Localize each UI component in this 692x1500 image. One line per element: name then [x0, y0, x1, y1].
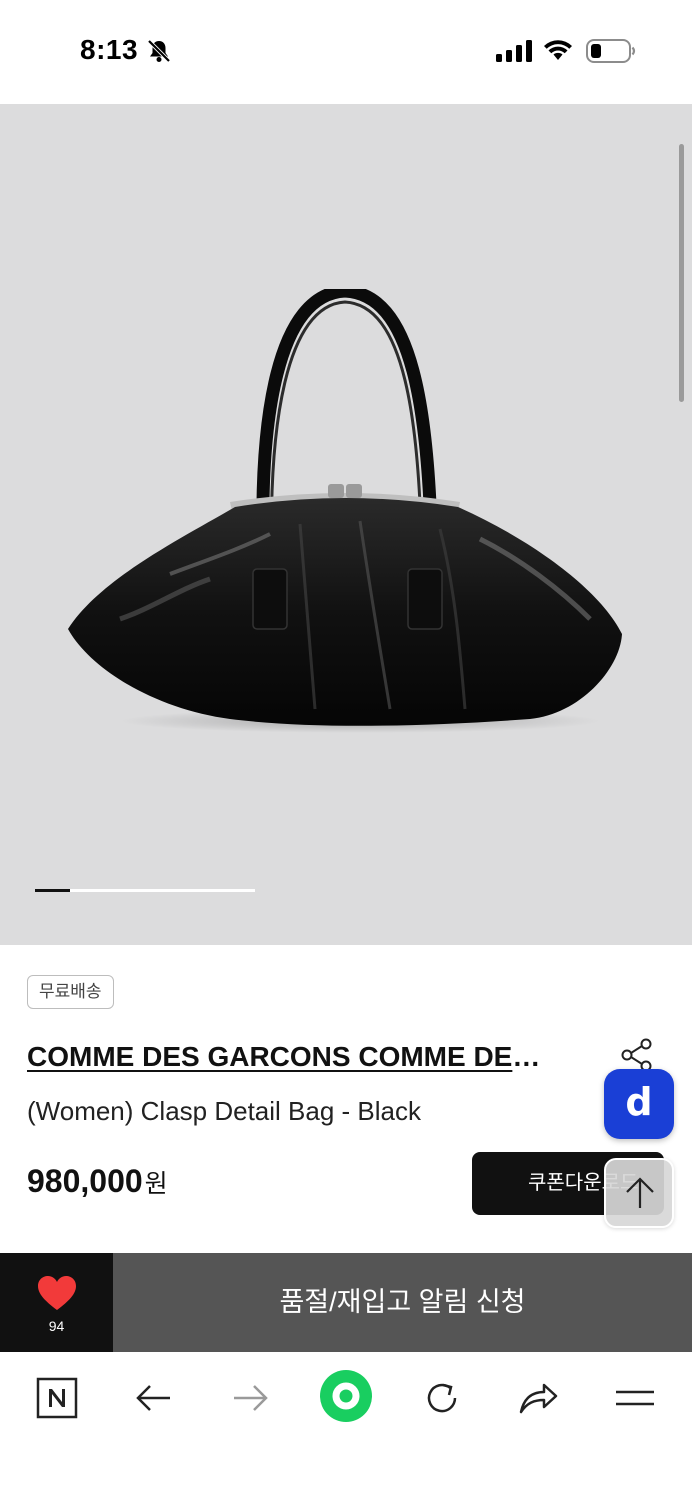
product-name: (Women) Clasp Detail Bag - Black [27, 1096, 421, 1126]
scroll-to-top-button[interactable] [604, 1158, 674, 1228]
share-icon[interactable] [620, 1038, 654, 1072]
d-app-badge[interactable]: d [604, 1069, 674, 1139]
back-arrow-icon[interactable] [132, 1376, 176, 1420]
arrow-up-icon [626, 1177, 654, 1208]
free-shipping-badge: 무료배송 [27, 975, 114, 1009]
status-bar: 8:13 [0, 0, 692, 104]
like-count: 94 [48, 1318, 65, 1334]
wifi-icon [544, 40, 572, 60]
product-image-gallery[interactable] [0, 104, 692, 945]
purchase-action-bar: 94 품절/재입고 알림 신청 [0, 1253, 692, 1352]
brand-link[interactable]: COMME DES GARCONS COMME DES GARCONS [27, 1041, 542, 1073]
menu-icon[interactable] [613, 1376, 657, 1420]
reload-icon[interactable] [420, 1376, 464, 1420]
gallery-progress-indicator [35, 889, 71, 892]
status-time: 8:13 [80, 34, 139, 65]
page-scrollbar[interactable] [679, 144, 684, 402]
cellular-signal-icon [496, 40, 532, 62]
browser-toolbar [0, 1352, 692, 1500]
bell-off-icon [147, 39, 171, 63]
price-unit: 원 [144, 1170, 168, 1198]
restock-alert-button[interactable]: 품절/재입고 알림 신청 [113, 1253, 692, 1352]
price-value: 980,000 [27, 1163, 143, 1199]
share-arrow-icon[interactable] [516, 1376, 560, 1420]
heart-icon [38, 1276, 76, 1310]
black-clasp-bag-image [68, 289, 622, 733]
battery-icon [586, 39, 636, 63]
like-button[interactable]: 94 [0, 1253, 113, 1352]
naver-home-icon[interactable] [35, 1376, 79, 1420]
product-price: 980,000원 [27, 1163, 168, 1200]
green-dot-icon[interactable] [319, 1369, 373, 1423]
gallery-progress-track [35, 889, 255, 892]
forward-arrow-icon[interactable] [228, 1376, 272, 1420]
